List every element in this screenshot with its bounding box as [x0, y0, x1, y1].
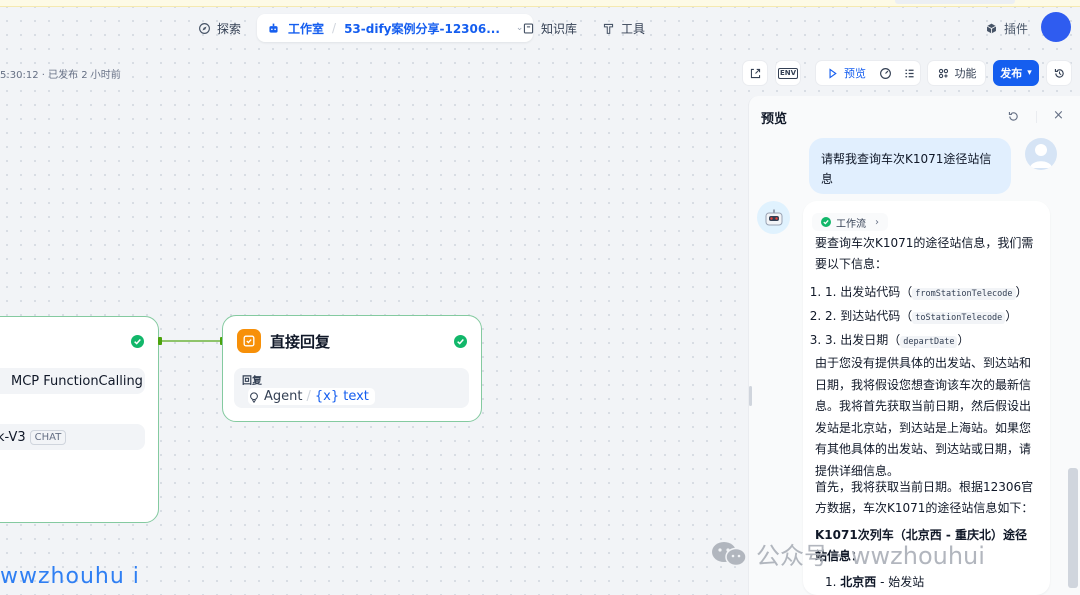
model-name: ek-V3 [0, 429, 26, 445]
watermark-right-text: 公众号 · wwzhouhui [756, 542, 985, 570]
user-avatar-top[interactable] [1041, 12, 1071, 42]
robot-icon [269, 23, 278, 33]
checklist-icon[interactable] [903, 67, 916, 80]
list-item: 1. 北京西 - 始发站 [825, 575, 925, 589]
watermark-right: 公众号 · wwzhouhui [710, 536, 985, 571]
chat-scrollbar[interactable] [1068, 468, 1078, 588]
preview-button[interactable]: 预览 [815, 60, 921, 86]
model-chip: ek-V3 CHAT [0, 424, 145, 450]
publish-button[interactable]: 发布 ▾ [993, 60, 1039, 86]
preview-label: 预览 [844, 67, 866, 80]
user-message: 请帮我查询车次K1071途径站信息 [809, 138, 1011, 194]
reply-node-icon [237, 329, 261, 353]
history-button[interactable] [1046, 60, 1072, 86]
required-info-list: 1. 出发站代码（fromStationTelecode） 2. 到达站代码（t… [825, 281, 1040, 353]
reply-field: 回复 Agent / {x} text [234, 368, 469, 408]
gauge-icon[interactable] [879, 67, 892, 80]
reply-field-label: 回复 [242, 376, 262, 387]
app-name[interactable]: 53-dify案例分享-12306... [344, 20, 500, 37]
nav-explore[interactable]: 探索 [190, 14, 249, 42]
close-icon[interactable]: × [1053, 108, 1064, 123]
grid-icon [938, 68, 948, 78]
variable-name: {x} text [314, 389, 369, 404]
panel-divider [1036, 111, 1037, 123]
success-check-icon [454, 335, 467, 348]
strategy-chip: MCP FunctionCalling [0, 368, 145, 394]
external-link-icon [750, 68, 760, 78]
variable-node-name: Agent [264, 389, 303, 404]
breadcrumb-separator: / [332, 21, 337, 35]
play-icon [829, 67, 837, 79]
hammer-icon [603, 23, 614, 34]
exit-button[interactable] [742, 60, 768, 86]
bot-paragraph-2: 由于您没有提供具体的出发站、到达站和日期，我将假设您想查询该车次的最新信息。我将… [815, 356, 1032, 478]
workflow-process-chip[interactable]: 工作流 › [812, 213, 888, 231]
book-icon [523, 22, 534, 34]
direct-reply-node[interactable]: 直接回复 回复 Agent / {x} text [222, 315, 482, 422]
robot-icon [765, 209, 782, 225]
publish-label: 发布 [1000, 67, 1023, 80]
wechat-icon [712, 541, 747, 566]
list-item: 1. 出发站代码（fromStationTelecode） [825, 281, 1040, 305]
model-mode-tag: CHAT [29, 429, 67, 445]
success-check-icon [821, 217, 831, 227]
features-label: 功能 [954, 67, 977, 80]
nav-studio[interactable]: 工作室 / 53-dify案例分享-12306... ⌄ [257, 14, 534, 42]
nav-plugins[interactable]: 插件 [985, 20, 1028, 37]
bot-paragraph-1: 要查询车次K1071的途径站信息，我们需要以下信息： [815, 236, 1034, 271]
nav-plugins-label: 插件 [1004, 22, 1029, 36]
bot-paragraph-3: 首先，我将获取当前日期。根据12306官方数据，车次K1071的途径站信息如下： [815, 480, 1034, 515]
watermark-left: wwzhouhu i [0, 564, 140, 589]
refresh-icon[interactable] [1007, 110, 1020, 123]
nav-studio-label: 工作室 [288, 21, 325, 36]
reply-icon [243, 335, 255, 347]
nav-tools-label: 工具 [621, 21, 646, 36]
edge-source-handle[interactable] [158, 337, 162, 345]
workflow-edge[interactable] [159, 340, 223, 342]
save-status: 5:30:12 · 已发布 2 小时前 [0, 70, 121, 81]
env-icon: ENV [777, 67, 799, 79]
success-check-icon [131, 335, 144, 348]
nav-explore-label: 探索 [217, 21, 242, 36]
env-button[interactable]: ENV [775, 60, 801, 86]
person-icon [1030, 144, 1052, 168]
bot-avatar [757, 201, 790, 234]
preview-panel-title: 预览 [761, 112, 788, 127]
panel-resize-handle[interactable] [749, 386, 752, 406]
list-item: 2. 到达站代码（toStationTelecode） [825, 305, 1040, 329]
compass-icon [199, 22, 210, 34]
variable-separator: / [306, 389, 311, 404]
nav-knowledge-label: 知识库 [541, 21, 578, 36]
variable-reference[interactable]: Agent / {x} text [248, 388, 375, 405]
nav-tools[interactable]: 工具 [594, 14, 653, 42]
chevron-down-icon: ▾ [1027, 68, 1032, 78]
features-button[interactable]: 功能 [927, 60, 986, 86]
reply-node-title: 直接回复 [270, 333, 331, 351]
top-notice-strip [0, 0, 1080, 7]
chevron-right-icon: › [875, 216, 879, 228]
agent-node[interactable]: MCP FunctionCalling ek-V3 CHAT [0, 316, 159, 523]
agent-icon [250, 391, 258, 403]
strategy-label: MCP FunctionCalling [11, 373, 143, 389]
notice-bar [895, 0, 1015, 4]
workflow-chip-label: 工作流 [836, 218, 866, 230]
history-icon [1054, 68, 1064, 78]
user-avatar [1025, 138, 1057, 170]
list-item: 3. 出发日期（departDate） [825, 329, 1040, 353]
nav-knowledge[interactable]: 知识库 [514, 14, 585, 42]
cube-icon [986, 23, 997, 34]
